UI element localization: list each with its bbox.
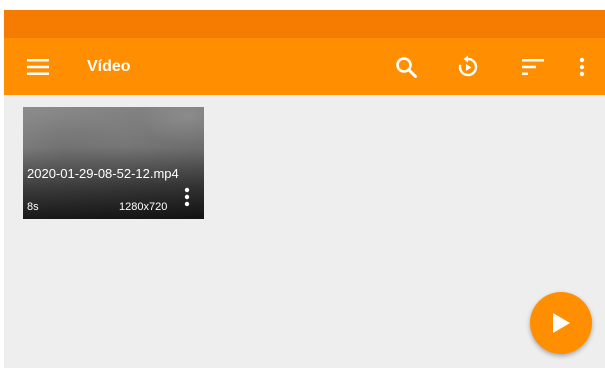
menu-icon xyxy=(27,58,49,75)
play-fab-button[interactable] xyxy=(530,292,592,354)
play-icon xyxy=(553,313,570,333)
search-button[interactable] xyxy=(382,38,430,95)
video-name: 2020-01-29-08-52-12.mp4 xyxy=(27,166,179,181)
sort-icon xyxy=(522,58,544,75)
replay-button[interactable] xyxy=(444,38,492,95)
video-resolution: 1280x720 xyxy=(119,201,168,213)
video-duration: 8s xyxy=(27,201,39,213)
more-vert-icon xyxy=(184,187,190,207)
sort-button[interactable] xyxy=(509,38,557,95)
page-title: Vídeo xyxy=(87,58,131,75)
status-bar xyxy=(4,10,605,38)
more-vert-icon xyxy=(579,57,585,76)
video-item-menu-button[interactable] xyxy=(175,183,199,211)
more-options-button[interactable] xyxy=(562,38,602,95)
search-icon xyxy=(396,56,417,78)
app-screen: Vídeo 2020-01-29-08-52-12.mp4 8s 1280x72… xyxy=(4,10,605,368)
video-item[interactable]: 2020-01-29-08-52-12.mp4 8s 1280x720 xyxy=(23,107,204,219)
replay-icon xyxy=(458,55,478,76)
menu-button[interactable] xyxy=(14,38,62,95)
app-bar: Vídeo xyxy=(4,38,605,95)
